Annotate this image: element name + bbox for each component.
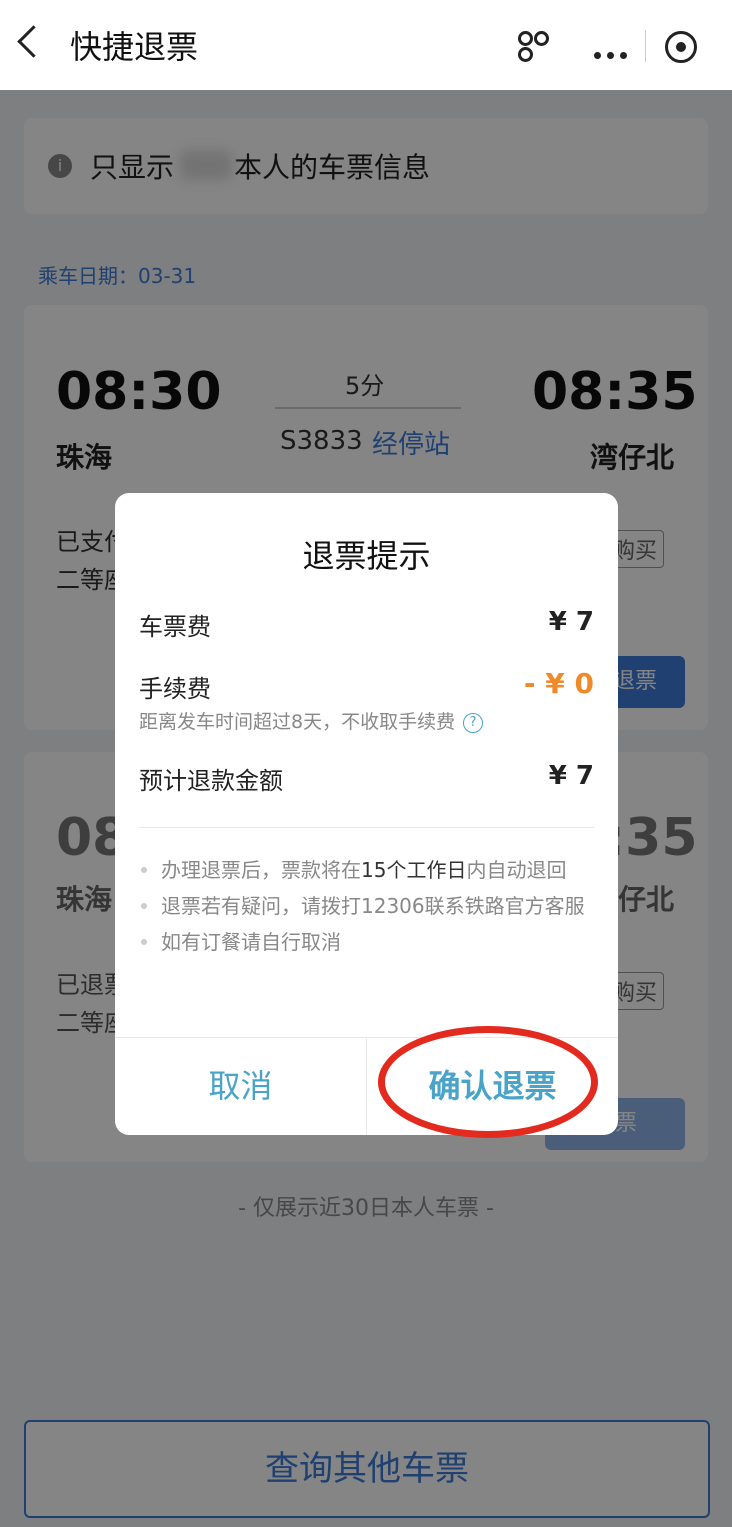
help-icon[interactable]: ? [463, 712, 484, 733]
more-menu-icon[interactable] [594, 44, 633, 63]
note-item: 如有订餐请自行取消 [139, 927, 599, 957]
page-title: 快捷退票 [70, 28, 199, 66]
refund-amount-value: ¥ 7 [548, 761, 594, 791]
close-miniprogram-icon[interactable] [665, 31, 697, 63]
service-fee-label: 手续费 [139, 675, 211, 703]
service-fee-value: - ¥ 0 [523, 667, 594, 700]
dialog-title: 退票提示 [302, 537, 431, 575]
service-fee-note: 距离发车时间超过8天，不收取手续费? [139, 707, 484, 734]
note-item: 办理退票后，票款将在15个工作日内自动退回 [139, 855, 599, 885]
ticket-fee-value: ¥ 7 [548, 607, 594, 637]
capsule-divider [645, 30, 646, 62]
cancel-button[interactable]: 取消 [115, 1038, 366, 1135]
highlight-ring [378, 1026, 598, 1138]
ticket-fee-label: 车票费 [139, 613, 211, 641]
refund-notes: 办理退票后，票款将在15个工作日内自动退回 退票若有疑问，请拨打12306联系铁… [139, 855, 599, 963]
note-item: 退票若有疑问，请拨打12306联系铁路官方客服 [139, 891, 599, 921]
scan-icon[interactable] [518, 31, 549, 62]
dialog-divider [139, 827, 594, 828]
refund-amount-label: 预计退款金额 [139, 767, 283, 795]
